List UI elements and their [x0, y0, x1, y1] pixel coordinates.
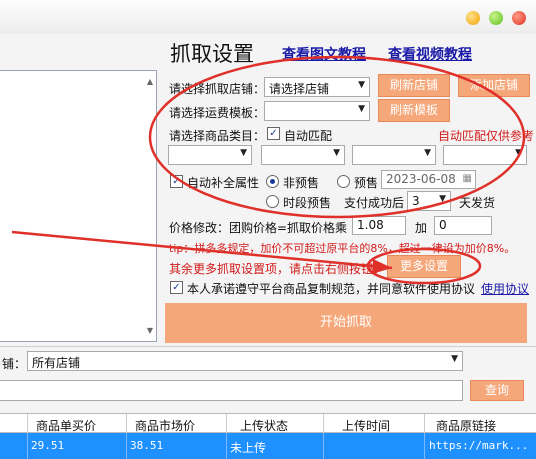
non-presale-radio[interactable] [266, 175, 279, 188]
non-presale-label: 非预售 [283, 176, 320, 190]
presale-date-picker[interactable]: 2023-06-08 ▦ [381, 170, 476, 189]
period-presale-radio[interactable] [266, 195, 279, 208]
divider [0, 346, 536, 347]
refresh-template-button[interactable]: 刷新模板 [378, 99, 450, 122]
left-text-panel[interactable]: ▲ ▼ [0, 70, 157, 342]
chevron-down-icon: ▼ [515, 148, 522, 158]
scroll-up-icon[interactable]: ▲ [147, 77, 153, 86]
pay-success-label: 支付成功后 [344, 196, 405, 210]
days-unit-label: 天发货 [459, 196, 496, 210]
column-header[interactable]: 上传状态 [240, 417, 288, 434]
table-row[interactable]: 29.51 38.51 未上传 https://mark... [0, 433, 536, 459]
scroll-down-icon[interactable]: ▼ [147, 326, 153, 335]
category-select-2[interactable]: ▼ [261, 145, 345, 165]
chevron-down-icon: ▼ [358, 80, 365, 90]
chevron-down-icon: ▼ [358, 104, 365, 114]
more-settings-button[interactable]: 更多设置 [387, 255, 461, 278]
column-header[interactable]: 商品单买价 [36, 417, 96, 434]
minimize-icon[interactable] [466, 11, 480, 25]
usage-agreement-link[interactable]: 使用协议 [481, 280, 529, 297]
price-cell: 29.51 [31, 439, 65, 452]
refresh-shop-button[interactable]: 刷新店铺 [378, 74, 450, 97]
auto-fill-label: 自动补全属性 [187, 176, 260, 190]
auto-match-note: 自动匹配仅供参考 [438, 129, 535, 143]
agree-checkbox[interactable]: ✓ [170, 281, 183, 294]
template-select[interactable]: ▼ [264, 101, 370, 121]
close-icon[interactable] [512, 11, 526, 25]
market-price-cell: 38.51 [130, 439, 164, 452]
price-label: 价格修改：团购价格=抓取价格乘 [169, 221, 348, 235]
plus-label: 加 [415, 221, 428, 235]
presale-radio[interactable] [337, 175, 350, 188]
presale-label: 预售 [354, 176, 379, 190]
start-button[interactable]: 开始抓取 [165, 303, 527, 343]
more-settings-note: 其余更多抓取设置项，请点击右侧按钮： [169, 262, 386, 276]
days-select[interactable]: 3 ▼ [407, 191, 451, 211]
column-header[interactable]: 商品原链接 [436, 417, 496, 434]
addend-input[interactable]: 0 [434, 216, 492, 235]
shop-select-value: 请选择店铺 [269, 82, 330, 96]
column-header[interactable]: 商品市场价 [135, 417, 195, 434]
template-label: 请选择运费模板： [169, 106, 266, 120]
page-title: 抓取设置 [170, 42, 254, 66]
chevron-down-icon: ▼ [333, 148, 340, 158]
category-select-1[interactable]: ▼ [168, 145, 252, 165]
auto-match-checkbox[interactable]: ✓ [267, 127, 280, 140]
auto-match-label: 自动匹配 [284, 129, 333, 143]
tip-text: tip：拼多多规定，加价不可超过原平台的8%，超过一律设为加价8%。 [169, 242, 516, 255]
auto-fill-checkbox[interactable]: ✓ [170, 175, 183, 188]
chevron-down-icon: ▼ [439, 194, 446, 204]
category-label: 请选择商品类目： [169, 129, 266, 143]
column-header[interactable]: 上传时间 [342, 417, 390, 434]
filter-shop-value: 所有店铺 [32, 356, 81, 370]
chevron-down-icon: ▼ [451, 354, 458, 364]
presale-date-value: 2023-06-08 [386, 172, 456, 186]
table-header: 商品单买价 商品市场价 上传状态 上传时间 商品原链接 [0, 413, 536, 434]
video-tutorial-link[interactable]: 查看视频教程 [388, 44, 472, 64]
query-button[interactable]: 查询 [470, 380, 524, 401]
category-select-4[interactable]: ▼ [443, 145, 527, 165]
category-select-3[interactable]: ▼ [352, 145, 436, 165]
add-shop-button[interactable]: 添加店铺 [458, 74, 530, 97]
search-input[interactable] [0, 380, 463, 401]
period-presale-label: 时段预售 [283, 196, 332, 210]
filter-shop-label: 铺： [2, 357, 27, 371]
calendar-icon: ▦ [462, 173, 472, 184]
shop-label: 请选择抓取店铺： [169, 82, 266, 96]
shop-select[interactable]: 请选择店铺 ▼ [264, 77, 370, 97]
maximize-icon[interactable] [489, 11, 503, 25]
agree-text: 本人承诺遵守平台商品复制规范，并同意软件使用协议 [187, 282, 476, 296]
link-cell[interactable]: https://mark... [429, 439, 528, 452]
chevron-down-icon: ▼ [424, 148, 431, 158]
multiplier-input[interactable]: 1.08 [352, 216, 406, 235]
filter-shop-select[interactable]: 所有店铺 ▼ [27, 351, 463, 371]
days-value: 3 [412, 194, 420, 208]
text-tutorial-link[interactable]: 查看图文教程 [282, 44, 366, 64]
title-bar [0, 0, 536, 34]
chevron-down-icon: ▼ [240, 148, 247, 158]
status-cell: 未上传 [230, 441, 267, 455]
